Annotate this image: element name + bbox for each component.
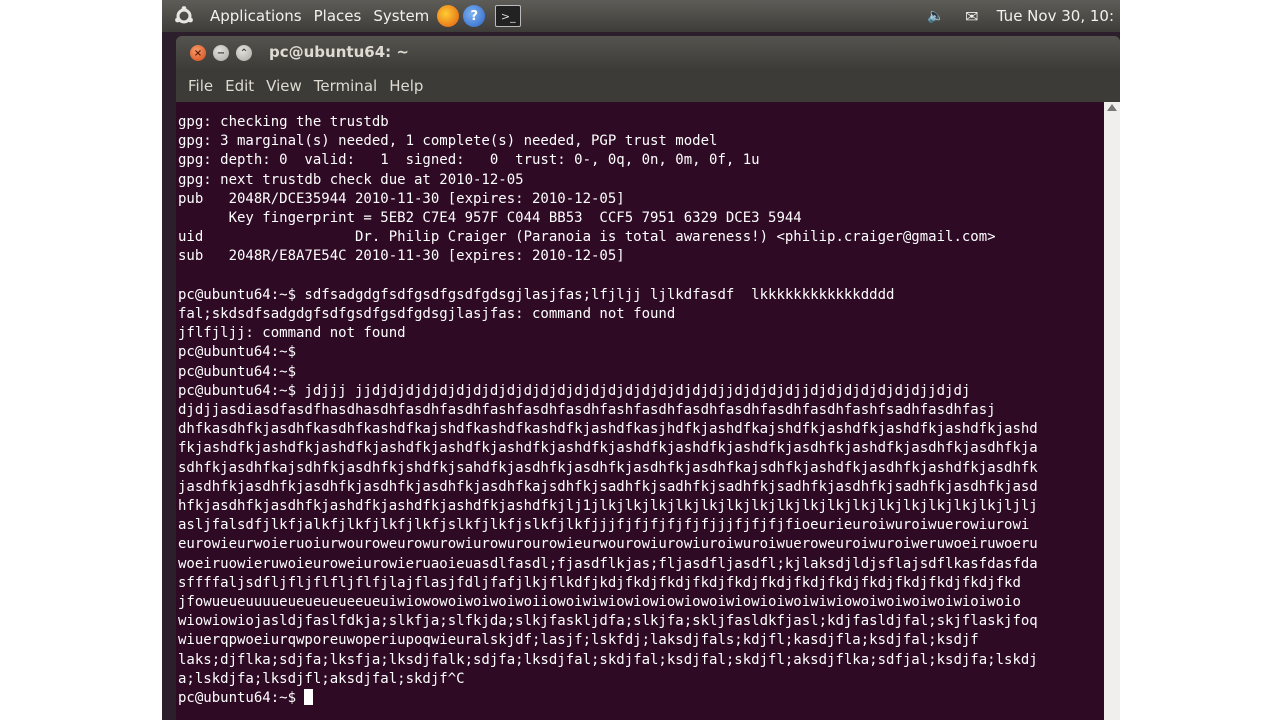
terminal-line: uid Dr. Philip Craiger (Paranoia is tota… — [178, 229, 996, 246]
minimize-button[interactable]: − — [213, 45, 229, 61]
text-cursor — [304, 689, 314, 706]
terminal-line: fal;skdsdfsadgdgfsdfgsdfgsdfgdsgjlasjfas… — [178, 306, 676, 323]
terminal-line: hfkjasdhfkjasdhfkjashdfkjashdfkjashdfkja… — [178, 498, 1038, 515]
top-panel: Applications Places System ? >_ 🔈 ✉ Tue … — [162, 0, 1120, 32]
terminal-line: gpg: 3 marginal(s) needed, 1 complete(s)… — [178, 133, 718, 150]
terminal-line: jflfjljj: command not found — [178, 325, 406, 342]
maximize-button[interactable]: ⌃ — [236, 45, 252, 61]
terminal-line: wiowiowiojasldjfaslfdkja;slkfja;slfkjda;… — [178, 613, 1038, 630]
clock[interactable]: Tue Nov 30, 10: — [997, 7, 1114, 25]
menu-edit[interactable]: Edit — [219, 77, 260, 95]
terminal-line: jasdhfkjasdhfkjasdhfkjasdhfkjasdhfkjasdh… — [178, 478, 1038, 495]
terminal-prompt-line: pc@ubuntu64:~$ — [178, 689, 1104, 708]
volume-icon[interactable]: 🔈 — [925, 5, 947, 27]
mail-icon[interactable]: ✉ — [961, 5, 983, 27]
menu-bar: File Edit View Terminal Help — [176, 70, 1120, 102]
terminal-line: jfowueueuuuueueueueueeueuiwiowowoiwoiwoi… — [178, 594, 1021, 611]
terminal-line: asljfalsdfjlkfjalkfjlkfjlkfjlkfjslkfjlkf… — [178, 517, 1030, 534]
places-menu[interactable]: Places — [308, 7, 368, 25]
menu-view[interactable]: View — [260, 77, 308, 95]
firefox-icon[interactable] — [437, 5, 460, 27]
terminal-line: djdjjasdiasdfasdfhasdhasdhfasdhfasdhfash… — [178, 402, 996, 419]
terminal-line: eurowieurwoieruoiurwouroweurowurowiurowu… — [178, 536, 1038, 553]
terminal-line: sub 2048R/E8A7E54C 2010-11-30 [expires: … — [178, 248, 625, 265]
terminal-line: sdhfkjasdhfkajsdhfkjasdhfkjshdfkjsahdfkj… — [178, 459, 1038, 476]
prompt: pc@ubuntu64:~$ — [178, 690, 305, 707]
terminal-line: dhfkasdhfkjasdhfkasdhfkashdfkajshdfkashd… — [178, 421, 1038, 438]
terminal-output[interactable]: gpg: checking the trustdb gpg: 3 marginal… — [176, 102, 1104, 720]
terminal-line: wiuerqpwoeiurqwporeuwoperiupoqwieuralskj… — [178, 632, 979, 649]
terminal-line: woeiruowieruwoieuroweiurowieruaoieuasdlf… — [178, 555, 1038, 572]
right-letterbox — [1120, 0, 1280, 720]
ubuntu-logo-icon[interactable] — [174, 6, 194, 26]
terminal-line: fkjashdfkjashdfkjashdfkjashdfkjashdfkjas… — [178, 440, 1038, 457]
terminal-line: gpg: depth: 0 valid: 1 signed: 0 trust: … — [178, 152, 760, 169]
terminal-line: sffffaljsdfljfljflfljflfjlajflasjfdljfaf… — [178, 574, 1021, 591]
terminal-line: a;lskdjfa;lksdjfl;aksdjfal;skdjf^C — [178, 670, 465, 687]
terminal-text[interactable]: gpg: checking the trustdb gpg: 3 marginal… — [176, 102, 1104, 708]
menu-terminal[interactable]: Terminal — [308, 77, 383, 95]
close-button[interactable]: × — [190, 45, 206, 61]
scrollbar[interactable] — [1104, 102, 1120, 720]
terminal-launcher-icon[interactable]: >_ — [495, 5, 522, 27]
terminal-line: pc@ubuntu64:~$ — [178, 363, 297, 380]
terminal-line: pc@ubuntu64:~$ sdfsadgdgfsdfgsdfgsdfgdsg… — [178, 286, 895, 303]
terminal-line: pub 2048R/DCE35944 2010-11-30 [expires: … — [178, 190, 625, 207]
help-icon[interactable]: ? — [463, 5, 486, 27]
menu-help[interactable]: Help — [383, 77, 429, 95]
terminal-line: laks;djflka;sdjfa;lksfja;lksdjfalk;sdjfa… — [178, 651, 1038, 668]
terminal-line: pc@ubuntu64:~$ — [178, 344, 297, 361]
left-letterbox — [0, 0, 162, 720]
system-menu[interactable]: System — [367, 7, 435, 25]
terminal-line: gpg: next trustdb check due at 2010-12-0… — [178, 171, 524, 188]
window-title: pc@ubuntu64: ~ — [269, 43, 409, 61]
title-bar[interactable]: × − ⌃ pc@ubuntu64: ~ — [176, 36, 1120, 70]
scroll-up-arrow-icon[interactable] — [1107, 104, 1117, 111]
applications-menu[interactable]: Applications — [204, 7, 308, 25]
terminal-window: × − ⌃ pc@ubuntu64: ~ File Edit View Term… — [176, 36, 1120, 720]
terminal-line: Key fingerprint = 5EB2 C7E4 957F C044 BB… — [178, 210, 802, 227]
desktop: Applications Places System ? >_ 🔈 ✉ Tue … — [162, 0, 1120, 720]
terminal-line: gpg: checking the trustdb — [178, 114, 389, 130]
terminal-line: pc@ubuntu64:~$ jdjjj jjdjdjdjdjdjdjdjdjd… — [178, 382, 971, 399]
menu-file[interactable]: File — [182, 77, 219, 95]
